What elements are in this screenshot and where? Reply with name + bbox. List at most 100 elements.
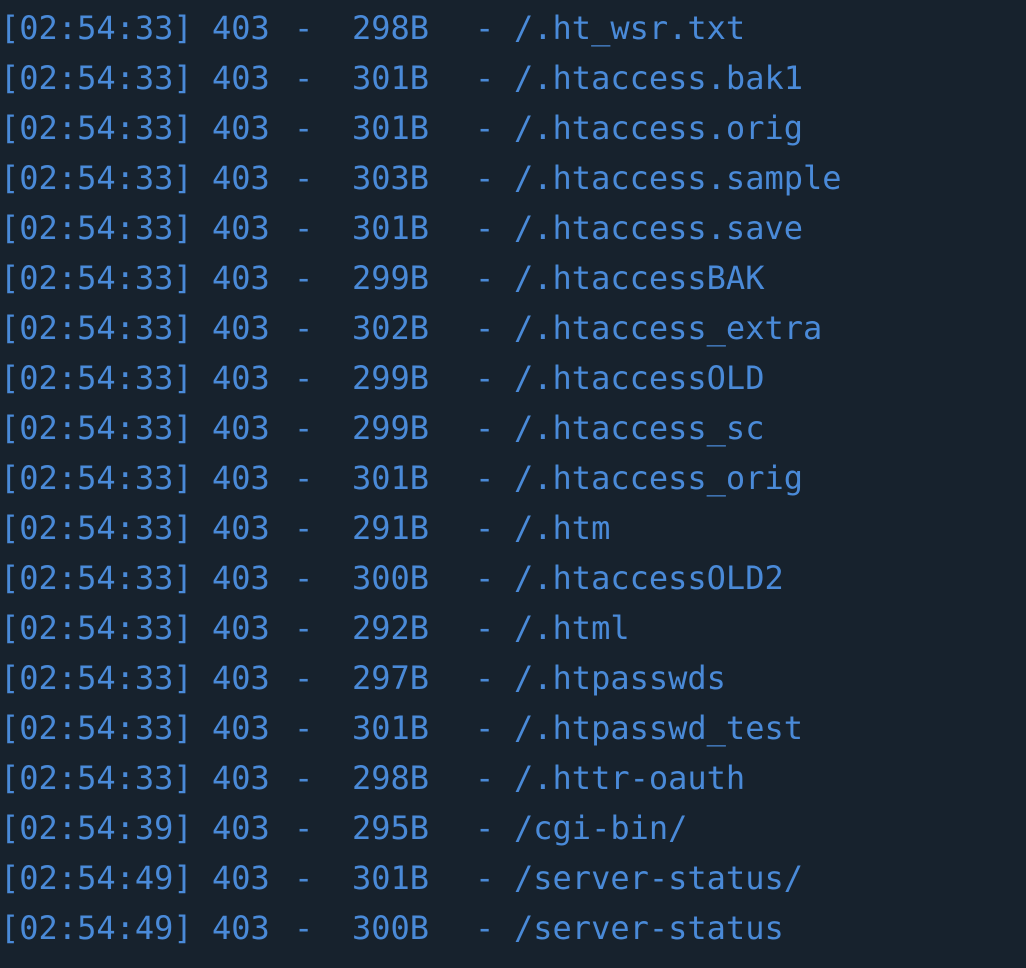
log-response-size: 301B — [352, 709, 430, 747]
log-separator: - — [475, 759, 495, 797]
log-separator: - — [294, 559, 314, 597]
log-separator: - — [294, 459, 314, 497]
log-separator: - — [294, 709, 314, 747]
log-timestamp: [02:54:33] — [0, 509, 193, 547]
log-timestamp: [02:54:33] — [0, 59, 193, 97]
log-status-code: 403 — [212, 609, 270, 647]
log-separator: - — [475, 409, 495, 447]
log-line: [02:54:33] 403 - 298B - /.ht_wsr.txt — [0, 3, 745, 53]
log-response-size: 300B — [352, 909, 430, 947]
log-timestamp: [02:54:33] — [0, 409, 193, 447]
log-status-code: 403 — [212, 809, 270, 847]
log-line: [02:54:33] 403 - 301B - /.htaccess.bak1 — [0, 53, 803, 103]
log-timestamp: [02:54:33] — [0, 709, 193, 747]
log-timestamp: [02:54:33] — [0, 209, 193, 247]
log-path: /.htaccess_sc — [514, 409, 765, 447]
terminal-output: [02:54:33] 403 - 298B - /.ht_wsr.txt [02… — [0, 3, 842, 953]
log-timestamp: [02:54:49] — [0, 859, 193, 897]
log-line: [02:54:33] 403 - 299B - /.htaccessOLD — [0, 353, 764, 403]
log-separator: - — [475, 559, 495, 597]
log-status-code: 403 — [212, 859, 270, 897]
log-line: [02:54:33] 403 - 303B - /.htaccess.sampl… — [0, 153, 842, 203]
log-line: [02:54:33] 403 - 301B - /.htaccess.save — [0, 203, 803, 253]
log-response-size: 292B — [352, 609, 430, 647]
log-separator: - — [294, 159, 314, 197]
log-separator: - — [475, 209, 495, 247]
log-separator: - — [475, 809, 495, 847]
log-timestamp: [02:54:33] — [0, 259, 193, 297]
log-timestamp: [02:54:39] — [0, 809, 193, 847]
log-path: /cgi-bin/ — [514, 809, 688, 847]
log-path: /.htpasswd_test — [514, 709, 803, 747]
log-status-code: 403 — [212, 209, 270, 247]
log-separator: - — [475, 509, 495, 547]
log-path: /server-status/ — [514, 859, 803, 897]
log-response-size: 301B — [352, 59, 430, 97]
log-path: /.html — [514, 609, 630, 647]
log-status-code: 403 — [212, 109, 270, 147]
log-status-code: 403 — [212, 309, 270, 347]
log-timestamp: [02:54:33] — [0, 459, 193, 497]
log-timestamp: [02:54:33] — [0, 559, 193, 597]
log-response-size: 298B — [352, 759, 430, 797]
log-separator: - — [294, 359, 314, 397]
log-response-size: 298B — [352, 9, 430, 47]
log-separator: - — [294, 409, 314, 447]
terminal-window[interactable]: [02:54:33] 403 - 298B - /.ht_wsr.txt [02… — [0, 0, 1026, 968]
log-response-size: 301B — [352, 209, 430, 247]
log-path: /.ht_wsr.txt — [514, 9, 746, 47]
log-response-size: 303B — [352, 159, 430, 197]
log-path: /.htaccess.save — [514, 209, 803, 247]
log-path: /.htaccess_extra — [514, 309, 823, 347]
log-separator: - — [475, 109, 495, 147]
log-path: /server-status — [514, 909, 784, 947]
log-timestamp: [02:54:33] — [0, 609, 193, 647]
log-response-size: 295B — [352, 809, 430, 847]
log-timestamp: [02:54:49] — [0, 909, 193, 947]
log-line: [02:54:49] 403 - 300B - /server-status — [0, 903, 784, 953]
log-separator: - — [475, 709, 495, 747]
log-status-code: 403 — [212, 759, 270, 797]
log-separator: - — [294, 909, 314, 947]
log-response-size: 301B — [352, 859, 430, 897]
log-separator: - — [475, 909, 495, 947]
log-response-size: 297B — [352, 659, 430, 697]
log-separator: - — [475, 859, 495, 897]
log-separator: - — [294, 609, 314, 647]
log-path: /.htpasswds — [514, 659, 726, 697]
log-line: [02:54:33] 403 - 297B - /.htpasswds — [0, 653, 726, 703]
log-line: [02:54:33] 403 - 299B - /.htaccess_sc — [0, 403, 764, 453]
log-line: [02:54:33] 403 - 300B - /.htaccessOLD2 — [0, 553, 784, 603]
log-separator: - — [475, 459, 495, 497]
log-separator: - — [475, 609, 495, 647]
log-response-size: 301B — [352, 459, 430, 497]
log-status-code: 403 — [212, 909, 270, 947]
log-path: /.htaccess.sample — [514, 159, 842, 197]
log-timestamp: [02:54:33] — [0, 159, 193, 197]
log-line: [02:54:33] 403 - 301B - /.htaccess_orig — [0, 453, 803, 503]
log-response-size: 291B — [352, 509, 430, 547]
log-timestamp: [02:54:33] — [0, 309, 193, 347]
log-line: [02:54:33] 403 - 299B - /.htaccessBAK — [0, 253, 764, 303]
log-status-code: 403 — [212, 359, 270, 397]
log-status-code: 403 — [212, 459, 270, 497]
log-separator: - — [294, 59, 314, 97]
log-separator: - — [294, 9, 314, 47]
log-status-code: 403 — [212, 159, 270, 197]
log-line: [02:54:33] 403 - 301B - /.htpasswd_test — [0, 703, 803, 753]
log-timestamp: [02:54:33] — [0, 359, 193, 397]
log-timestamp: [02:54:33] — [0, 659, 193, 697]
log-separator: - — [294, 259, 314, 297]
log-timestamp: [02:54:33] — [0, 9, 193, 47]
log-separator: - — [294, 809, 314, 847]
log-status-code: 403 — [212, 259, 270, 297]
log-separator: - — [294, 209, 314, 247]
log-line: [02:54:33] 403 - 292B - /.html — [0, 603, 630, 653]
log-timestamp: [02:54:33] — [0, 109, 193, 147]
log-status-code: 403 — [212, 9, 270, 47]
log-line: [02:54:49] 403 - 301B - /server-status/ — [0, 853, 803, 903]
log-path: /.htaccess.orig — [514, 109, 803, 147]
log-separator: - — [294, 509, 314, 547]
log-separator: - — [475, 259, 495, 297]
log-line: [02:54:33] 403 - 291B - /.htm — [0, 503, 610, 553]
